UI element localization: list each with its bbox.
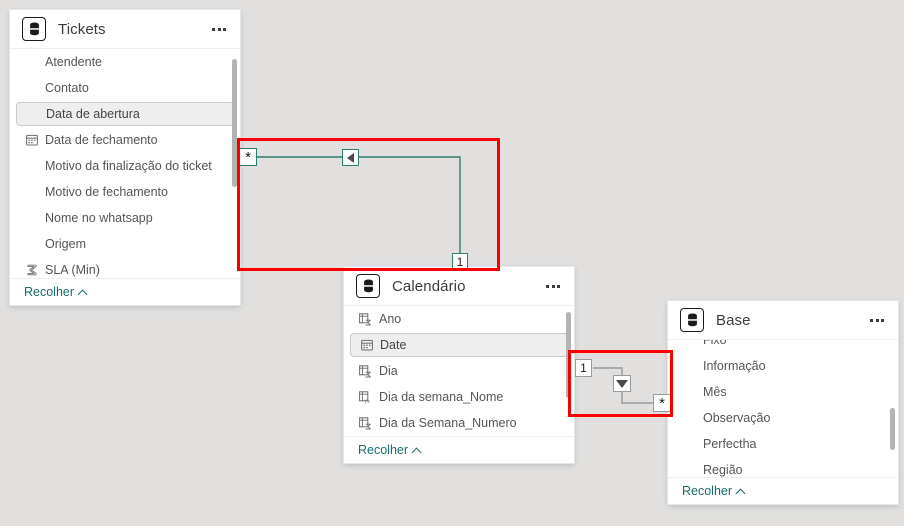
field-label: Região <box>703 463 743 477</box>
chevron-up-icon <box>79 288 88 297</box>
highlight-box-relationship-1 <box>237 138 500 271</box>
field-label: Observação <box>703 411 771 425</box>
table-footer-base: Recolher <box>668 477 898 504</box>
field-list-calendario[interactable]: Ano Date Dia fx Dia da semana_Nome Dia d… <box>344 305 574 436</box>
database-icon <box>680 308 704 332</box>
list-item[interactable]: Observação <box>668 405 898 431</box>
field-label: Nome no whatsapp <box>45 211 153 225</box>
field-list-tickets[interactable]: Atendente Contato Data de abertura Data … <box>10 48 240 278</box>
list-item[interactable]: Fixo <box>668 339 898 353</box>
cardinality-marker-one[interactable]: 1 <box>575 359 592 377</box>
vertical-scrollbar[interactable] <box>566 312 571 398</box>
list-item-selected[interactable]: Date <box>350 333 568 357</box>
field-label: Contato <box>45 81 89 95</box>
field-label: Fixo <box>703 339 727 347</box>
collapse-button[interactable]: Recolher <box>682 484 746 498</box>
list-item[interactable]: Nome no whatsapp <box>10 205 240 231</box>
list-item[interactable]: Contato <box>10 75 240 101</box>
field-label: Perfectha <box>703 437 757 451</box>
collapse-button[interactable]: Recolher <box>24 285 88 299</box>
table-card-base[interactable]: Base Fixo Informação Mês Observação Perf… <box>668 301 898 504</box>
list-item[interactable]: Motivo de fechamento <box>10 179 240 205</box>
field-label: Mês <box>703 385 727 399</box>
field-list-base[interactable]: Fixo Informação Mês Observação Perfectha… <box>668 339 898 477</box>
collapse-label: Recolher <box>24 285 75 299</box>
collapse-button[interactable]: Recolher <box>358 443 422 457</box>
list-item[interactable]: Atendente <box>10 49 240 75</box>
collapse-label: Recolher <box>682 484 733 498</box>
table-menu-button[interactable] <box>542 276 564 296</box>
database-icon <box>22 17 46 41</box>
arrow-down-icon <box>616 379 628 388</box>
list-item[interactable]: fx Dia da semana_Nome <box>344 384 574 410</box>
field-label: Dia da Semana_Numero <box>379 416 517 430</box>
field-label: Origem <box>45 237 86 251</box>
arrow-left-icon <box>347 152 354 163</box>
table-footer-calendario: Recolher <box>344 436 574 463</box>
table-menu-button[interactable] <box>866 310 888 330</box>
svg-text:fx: fx <box>364 399 370 404</box>
vertical-scrollbar[interactable] <box>890 408 895 450</box>
list-item[interactable]: Região <box>668 457 898 477</box>
table-header-calendario[interactable]: Calendário <box>344 267 574 305</box>
list-item[interactable]: Data de fechamento <box>10 127 240 153</box>
list-item[interactable]: Mês <box>668 379 898 405</box>
table-title: Calendário <box>392 277 466 295</box>
field-label: Dia <box>379 364 398 378</box>
table-header-tickets[interactable]: Tickets <box>10 10 240 48</box>
list-item[interactable]: Ano <box>344 306 574 332</box>
table-header-base[interactable]: Base <box>668 301 898 339</box>
cardinality-label: * <box>245 149 251 166</box>
calendar-icon <box>359 338 374 353</box>
table-card-calendario[interactable]: Calendário Ano Date Dia fx Dia da semana… <box>344 267 574 463</box>
list-item[interactable]: Dia <box>344 358 574 384</box>
field-label: Motivo de fechamento <box>45 185 168 199</box>
table-title: Tickets <box>58 20 106 38</box>
vertical-scrollbar[interactable] <box>232 59 237 187</box>
cross-filter-direction-marker[interactable] <box>342 149 359 166</box>
calculated-column-icon: fx <box>358 390 373 405</box>
field-label: Data de fechamento <box>45 133 158 147</box>
list-item-selected[interactable]: Data de abertura <box>16 102 234 126</box>
chevron-up-icon <box>737 487 746 496</box>
field-label: Motivo da finalização do ticket <box>45 159 212 173</box>
list-item[interactable]: SLA (Min) <box>10 257 240 278</box>
sigma-icon <box>24 263 39 278</box>
field-label: Date <box>380 338 407 352</box>
table-menu-button[interactable] <box>208 19 230 39</box>
cardinality-label: 1 <box>456 255 464 269</box>
cardinality-label: 1 <box>580 361 587 375</box>
list-item[interactable]: Dia da Semana_Numero <box>344 410 574 436</box>
database-icon <box>356 274 380 298</box>
relationship-line-tickets-calendario <box>252 156 461 262</box>
cardinality-marker-many[interactable]: * <box>239 148 257 166</box>
field-label: SLA (Min) <box>45 263 100 277</box>
list-item[interactable]: Motivo da finalização do ticket <box>10 153 240 179</box>
list-item[interactable]: Origem <box>10 231 240 257</box>
field-label: Ano <box>379 312 402 326</box>
summarized-column-icon <box>358 364 373 379</box>
calendar-icon <box>24 133 39 148</box>
chevron-up-icon <box>413 446 422 455</box>
summarized-column-icon <box>358 416 373 431</box>
table-title: Base <box>716 311 751 329</box>
summarized-column-icon <box>358 312 373 327</box>
table-card-tickets[interactable]: Tickets Atendente Contato Data de abertu… <box>10 10 240 305</box>
field-label: Informação <box>703 359 766 373</box>
cardinality-marker-many[interactable]: * <box>653 394 671 412</box>
field-label: Data de abertura <box>46 107 140 121</box>
cross-filter-direction-marker[interactable] <box>613 375 631 392</box>
cardinality-marker-one[interactable]: 1 <box>452 253 468 271</box>
field-label: Atendente <box>45 55 102 69</box>
table-footer-tickets: Recolher <box>10 278 240 305</box>
cardinality-label: * <box>659 395 665 412</box>
field-label: Dia da semana_Nome <box>379 390 504 404</box>
list-item[interactable]: Informação <box>668 353 898 379</box>
collapse-label: Recolher <box>358 443 409 457</box>
list-item[interactable]: Perfectha <box>668 431 898 457</box>
